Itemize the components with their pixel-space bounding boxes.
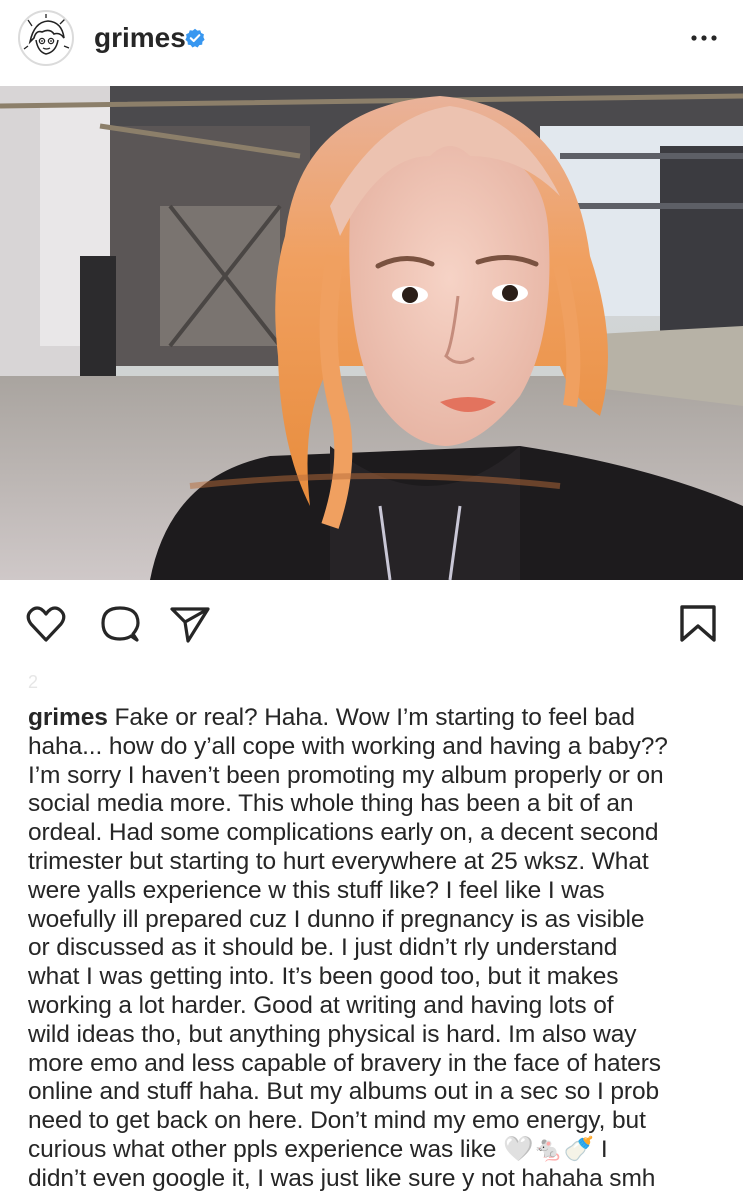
caption-line-3: I’m sorry I haven’t been promoting my al… (28, 761, 664, 789)
heart-icon[interactable] (24, 602, 68, 646)
caption-line-17: didn’t even google it, I was just like s… (28, 1164, 656, 1192)
post-header: grimes (0, 0, 743, 86)
more-options-icon[interactable] (689, 26, 719, 50)
caption-line-1: grimes Fake or real? Haha. Wow I’m start… (28, 704, 724, 733)
caption-line-14: online and stuff haha. But my albums out… (28, 1078, 660, 1106)
caption-line-7: were yalls experience w this stuff like?… (28, 876, 605, 904)
comment-icon[interactable] (98, 602, 142, 646)
post-username[interactable]: grimes (94, 22, 186, 54)
caption-line-6: trimester but starting to hurt everywher… (28, 847, 649, 875)
caption-line-11: working a lot harder. Good at writing an… (28, 991, 614, 1019)
post-photo[interactable] (0, 86, 743, 580)
post-caption: grimes Fake or real? Haha. Wow I’m start… (28, 704, 724, 1194)
caption-line-5: ordeal. Had some complications early on,… (28, 819, 659, 847)
bookmark-icon[interactable] (676, 602, 720, 646)
caption-line-12: wild ideas tho, but anything physical is… (28, 1020, 637, 1048)
caption-line-13: more emo and less capable of bravery in … (28, 1049, 661, 1077)
caption-line-10: what I was getting into. It’s been good … (28, 963, 619, 991)
avatar[interactable] (18, 10, 74, 66)
caption-line-16: curious what other ppls experience was l… (28, 1135, 608, 1163)
verified-badge-icon (185, 28, 205, 48)
selfie-photo-image (0, 86, 743, 580)
post-action-bar (0, 580, 743, 670)
caption-line-2: haha... how do y’all cope with working a… (28, 732, 668, 760)
share-icon[interactable] (168, 602, 212, 646)
caption-line-9: or discussed as it should be. I just did… (28, 934, 618, 962)
avatar-drawing-icon (21, 13, 71, 63)
caption-username[interactable]: grimes (28, 704, 108, 731)
caption-text: Fake or real? Haha. Wow I’m starting to … (107, 704, 635, 731)
caption-line-4: social media more. This whole thing has … (28, 790, 634, 818)
caption-line-8: woefully ill prepared cuz I dunno if pre… (28, 905, 645, 933)
caption-line-15: need to get back on here. Don’t mind my … (28, 1107, 646, 1135)
post-date: 2 (28, 672, 39, 692)
